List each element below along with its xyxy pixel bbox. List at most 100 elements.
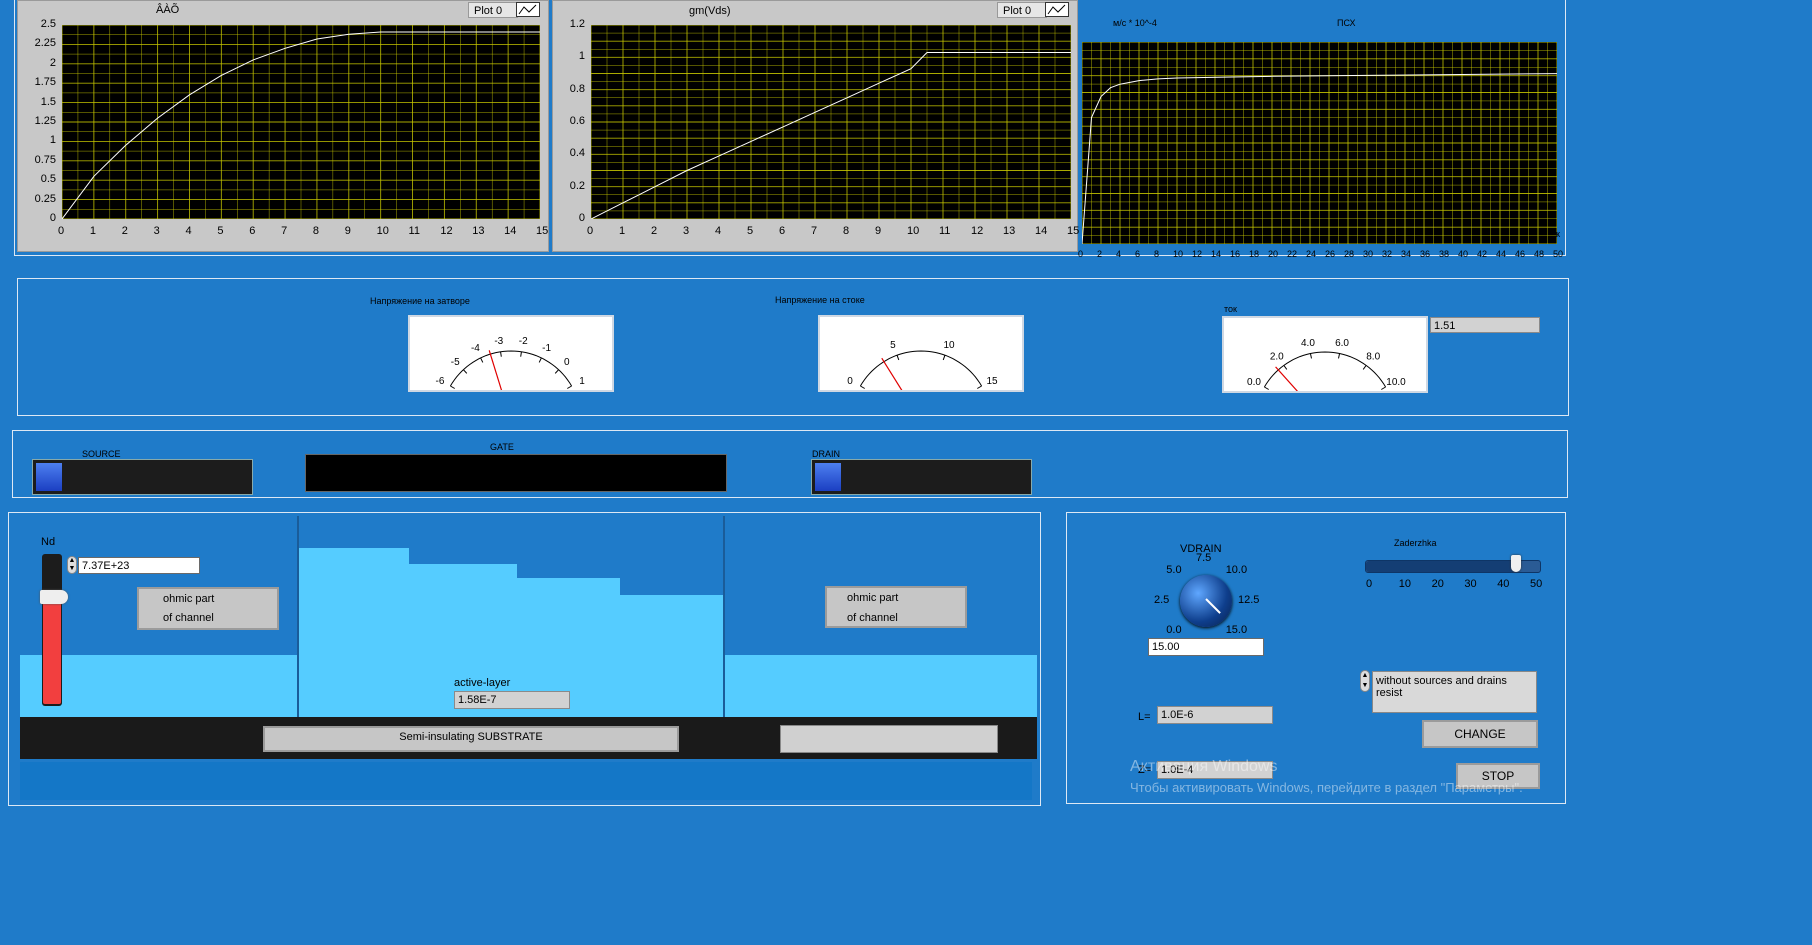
gm-graph-title: gm(Vds) [689,5,731,17]
meter-tick-label: 8.0 [1366,352,1380,363]
mode-selector[interactable]: without sources and drains resist [1372,671,1537,713]
x-tick-label: 14 [1211,249,1222,259]
mode-ring-arrows-icon[interactable]: ▲ ▼ [1360,670,1370,692]
nd-value-field[interactable]: 7.37E+23 [78,557,200,574]
zaderzhka-slider[interactable] [1365,555,1541,573]
x-tick-label: 5 [747,225,754,237]
vac-plot-legend[interactable]: Plot 0 [468,2,518,18]
y-tick-label: 0 [578,212,585,224]
x-tick-label: 3 [153,225,160,237]
substrate-label: Semi-insulating SUBSTRATE [263,726,679,752]
x-tick-label: 10 [1173,249,1184,259]
y-tick-label: 0.4 [569,147,585,160]
psh-plot-area[interactable] [1081,41,1558,245]
psh-graph-title: ПСХ [1337,18,1356,28]
drain-voltage-meter: 0 5 10 15 [818,315,1024,392]
zaderzhka-tick-label: 50 [1530,578,1543,590]
x-tick-label: 8 [312,225,320,237]
x-tick-label: 26 [1325,249,1336,259]
x-tick-label: 18 [1249,249,1260,259]
x-tick-label: 22 [1287,249,1298,259]
x-tick-label: 42 [1477,249,1488,259]
y-tick-label: 0.5 [40,173,56,186]
l-value-field[interactable]: 1.0E-6 [1157,706,1273,724]
x-tick-label: 6 [249,225,256,237]
activation-watermark-title: Активация Windows [1130,758,1278,775]
meter-tick-label: 4.0 [1301,338,1315,349]
x-tick-label: 2 [121,225,128,237]
x-tick-label: 9 [875,225,882,237]
active-layer-value: 1.58E-7 [454,691,570,709]
x-tick-label: 1 [89,225,96,237]
x-tick-label: 0 [58,225,65,237]
meter-tick-label: 0 [564,357,570,368]
psh-x-unit: к [1556,229,1560,239]
vdrain-tick-label: 5.0 [1166,564,1182,577]
current-meter-label: ток [1224,304,1237,314]
nd-increment-icon[interactable]: ▲ ▼ [67,556,77,574]
x-tick-label: 13 [1003,225,1016,237]
change-button[interactable]: CHANGE [1422,720,1538,748]
x-tick-label: 46 [1515,249,1526,259]
x-tick-label: 6 [779,225,786,237]
vac-plot-area[interactable] [61,24,541,220]
x-tick-label: 10 [376,225,389,237]
x-tick-label: 34 [1401,249,1412,259]
x-tick-label: 44 [1496,249,1507,259]
gm-plot-area[interactable] [590,24,1072,220]
vdrain-value-field[interactable]: 15.00 [1148,638,1264,656]
l-label: L= [1138,711,1151,723]
x-tick-label: 40 [1458,249,1469,259]
meter-tick-label: 5 [890,340,896,351]
source-bar [32,459,253,495]
x-tick-label: 4 [1116,249,1122,259]
meter-tick-label: -5 [451,357,460,368]
nd-slider-fill [43,594,61,704]
vdrain-tick-label: 7.5 [1196,552,1212,564]
zaderzhka-slider-thumb[interactable] [1510,555,1521,572]
vdrain-knob[interactable] [1180,575,1232,627]
meter-tick-label: 10 [943,340,955,351]
x-tick-label: 16 [1230,249,1241,259]
x-tick-label: 10 [907,225,920,237]
x-tick-label: 7 [811,225,818,237]
x-tick-label: 14 [504,225,517,237]
meter-tick-label: 0 [847,376,853,387]
x-tick-label: 15 [536,225,549,237]
x-tick-label: 2 [651,225,658,237]
x-tick-label: 5 [217,225,224,237]
y-tick-label: 0.2 [569,179,585,192]
nd-slider-thumb[interactable] [40,590,68,604]
y-tick-label: 1.5 [40,95,56,108]
gate-voltage-meter: -6 -5 -4 -3 -2 -1 0 1 [408,315,614,392]
x-tick-label: 32 [1382,249,1393,259]
drain-bar [811,459,1032,495]
zaderzhka-tick-label: 10 [1398,578,1412,590]
y-tick-label: 1.2 [569,18,585,30]
zaderzhka-tick-label: 0 [1366,578,1373,590]
psh-units-label: м/с * 10^-4 [1113,18,1157,28]
vac-graph-title: ÂÀÕ [156,4,180,16]
nd-slider[interactable] [40,554,68,706]
gm-plot-legend[interactable]: Plot 0 [997,2,1047,18]
x-tick-label: 30 [1363,249,1374,259]
x-tick-label: 8 [843,225,850,237]
meter-tick-label: 2.0 [1270,352,1284,363]
meter-tick-label: -3 [494,336,503,347]
x-tick-label: 12 [1192,249,1203,259]
x-tick-label: 14 [1035,225,1048,237]
gate-edge-left [297,516,299,717]
x-tick-label: 11 [939,225,951,237]
device-base [20,762,1032,800]
plot-style-icon[interactable] [516,2,540,17]
gate-label: GATE [490,442,514,452]
plot-style-icon[interactable] [1045,2,1069,17]
drain-meter-label: Напряжение на стоке [775,295,865,305]
current-readout: 1.51 [1430,317,1540,333]
drain-bar-fill [815,463,841,491]
y-tick-label: 2 [49,56,56,69]
meter-tick-label: 1 [579,376,585,387]
meter-needle [1275,366,1299,391]
depletion-step-4 [620,595,723,718]
y-tick-label: 0.25 [34,192,56,205]
